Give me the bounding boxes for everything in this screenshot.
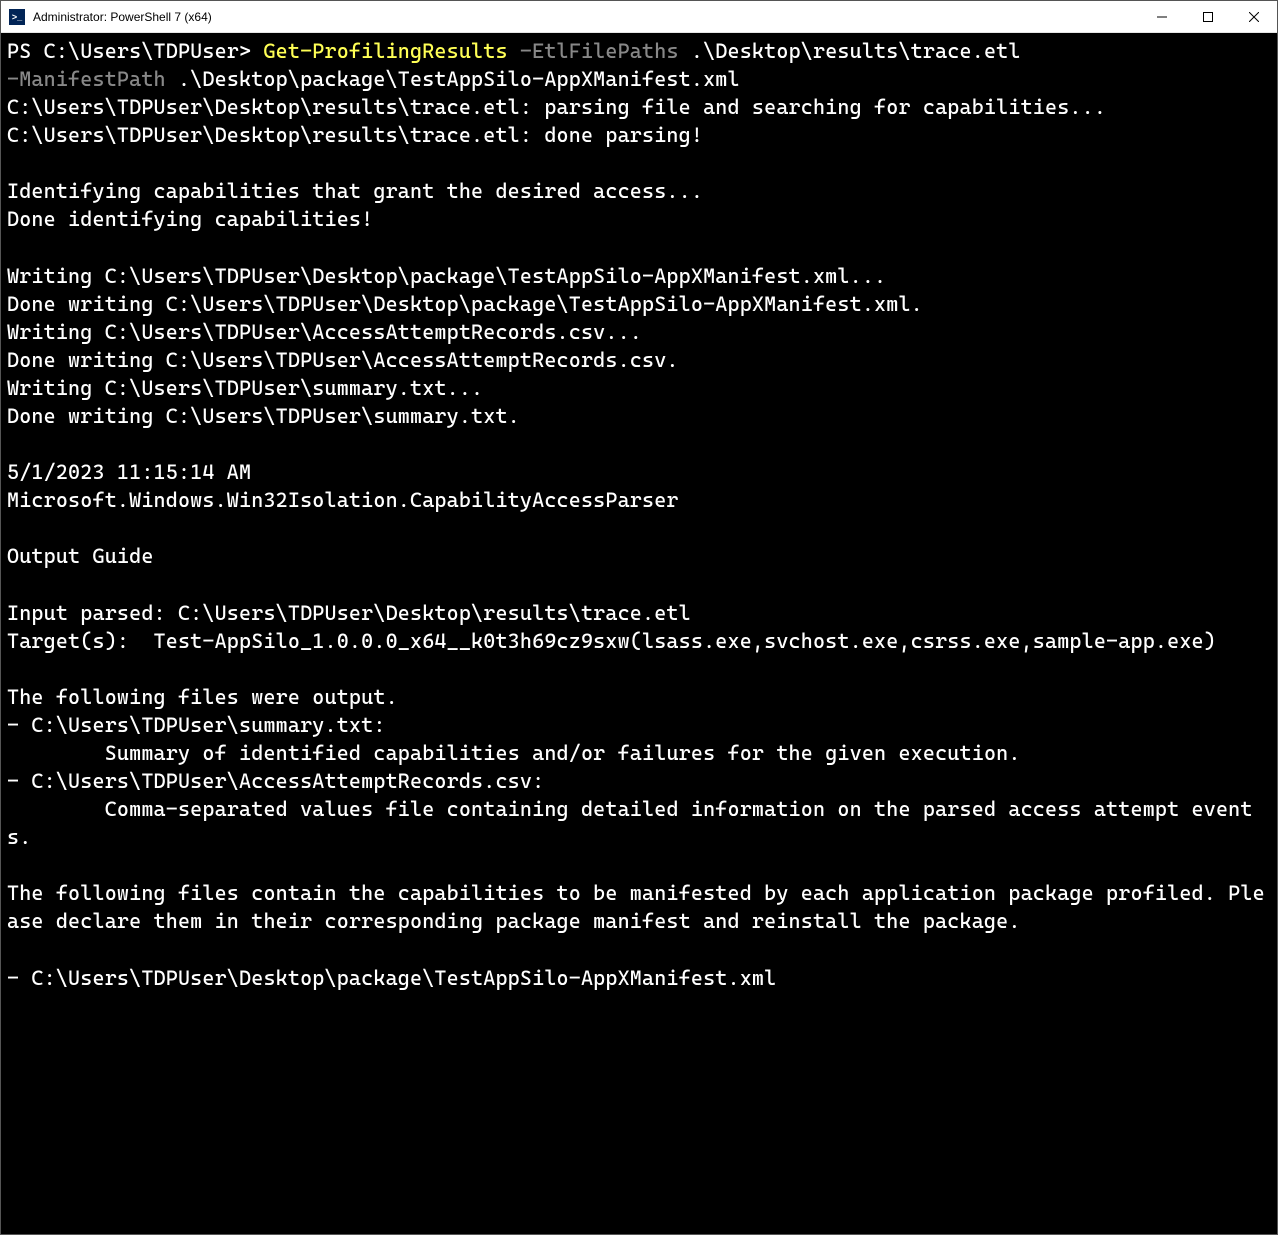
prompt-prefix: PS C:\Users\TDPUser> — [7, 39, 263, 63]
output-line: - C:\Users\TDPUser\Desktop\package\TestA… — [7, 966, 776, 990]
output-line: Summary of identified capabilities and/o… — [7, 741, 1021, 765]
output-line: Microsoft.Windows.Win32Isolation.Capabil… — [7, 488, 679, 512]
arg-manifest: .\Desktop\package\TestAppSilo-AppXManife… — [178, 67, 740, 91]
window-title: Administrator: PowerShell 7 (x64) — [33, 10, 1139, 24]
cmdlet-name: Get-ProfilingResults — [263, 39, 507, 63]
maximize-button[interactable] — [1185, 1, 1231, 32]
output-line: - C:\Users\TDPUser\summary.txt: — [7, 713, 386, 737]
output-line: Writing C:\Users\TDPUser\AccessAttemptRe… — [7, 320, 642, 344]
output-line: The following files were output. — [7, 685, 398, 709]
output-line: Writing C:\Users\TDPUser\summary.txt... — [7, 376, 483, 400]
output-line: Done writing C:\Users\TDPUser\AccessAtte… — [7, 348, 679, 372]
param-manifest: -ManifestPath — [7, 67, 178, 91]
output-line: - C:\Users\TDPUser\AccessAttemptRecords.… — [7, 769, 544, 793]
output-line: 5/1/2023 11:15:14 AM — [7, 460, 251, 484]
terminal-output[interactable]: PS C:\Users\TDPUser> Get-ProfilingResult… — [1, 33, 1277, 1234]
arg-etl: .\Desktop\results\trace.etl — [691, 39, 1021, 63]
powershell-window: >_ Administrator: PowerShell 7 (x64) PS … — [0, 0, 1278, 1235]
output-line: Done identifying capabilities! — [7, 207, 373, 231]
output-line: Input parsed: C:\Users\TDPUser\Desktop\r… — [7, 601, 691, 625]
output-line: C:\Users\TDPUser\Desktop\results\trace.e… — [7, 95, 1106, 119]
output-line: Done writing C:\Users\TDPUser\Desktop\pa… — [7, 292, 923, 316]
close-button[interactable] — [1231, 1, 1277, 32]
titlebar[interactable]: >_ Administrator: PowerShell 7 (x64) — [1, 1, 1277, 33]
output-line: Writing C:\Users\TDPUser\Desktop\package… — [7, 264, 886, 288]
output-line: C:\Users\TDPUser\Desktop\results\trace.e… — [7, 123, 703, 147]
output-line: Comma-separated values file containing d… — [7, 797, 1253, 849]
output-line: Done writing C:\Users\TDPUser\summary.tx… — [7, 404, 520, 428]
output-line: Output Guide — [7, 544, 154, 568]
output-line: Target(s): Test-AppSilo_1.0.0.0_x64__k0t… — [7, 629, 1216, 653]
window-controls — [1139, 1, 1277, 32]
output-line: Identifying capabilities that grant the … — [7, 179, 703, 203]
output-line: The following files contain the capabili… — [7, 881, 1265, 933]
app-icon: >_ — [9, 9, 25, 25]
param-etl: -EtlFilePaths — [508, 39, 691, 63]
minimize-button[interactable] — [1139, 1, 1185, 32]
